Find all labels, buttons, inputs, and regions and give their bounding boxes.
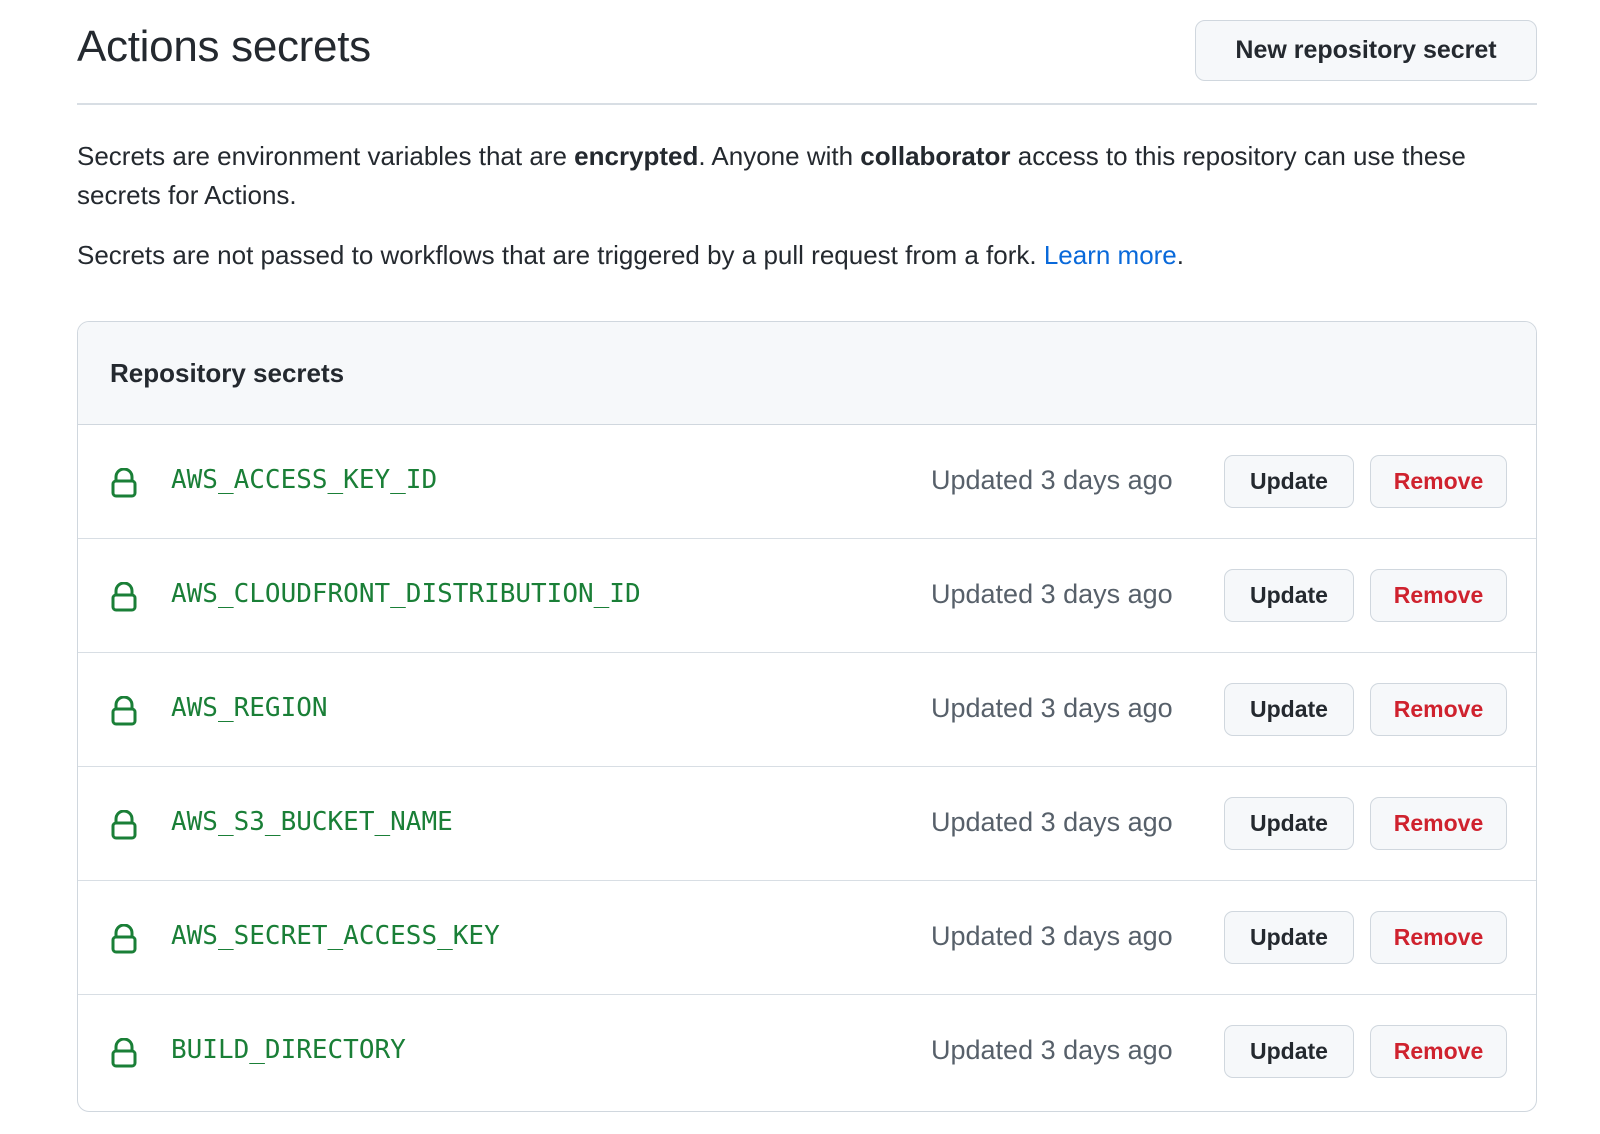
repository-secrets-title: Repository secrets [110, 357, 345, 388]
lock-icon [110, 695, 138, 726]
remove-secret-button[interactable]: Remove [1370, 683, 1507, 736]
secret-updated-time: Updated 3 days ago [931, 1035, 1173, 1065]
update-secret-button[interactable]: Update [1224, 455, 1354, 508]
update-secret-button[interactable]: Update [1224, 797, 1354, 850]
secret-updated-time: Updated 3 days ago [931, 465, 1173, 495]
remove-secret-button[interactable]: Remove [1370, 911, 1507, 964]
secret-name: AWS_SECRET_ACCESS_KEY [171, 921, 500, 951]
page-title: Actions secrets [77, 22, 371, 71]
secret-row: AWS_S3_BUCKET_NAME Updated 3 days ago Upda… [78, 767, 1536, 881]
learn-more-link[interactable]: Learn more [1044, 240, 1177, 270]
secret-name: AWS_ACCESS_KEY_ID [171, 465, 438, 495]
lock-icon [110, 581, 138, 612]
repository-secrets-box: Repository secrets AWS_ACCESS_KEY_ID Upda… [77, 321, 1537, 1112]
secrets-description: Secrets are environment variables that a… [77, 137, 1527, 215]
collaborator-text: collaborator [860, 141, 1011, 171]
secret-row: AWS_ACCESS_KEY_ID Updated 3 days ago Updat… [78, 425, 1536, 539]
actions-secrets-page: Actions secrets New repository secret Se… [77, 0, 1537, 1112]
secret-name: AWS_S3_BUCKET_NAME [171, 807, 453, 837]
update-secret-button[interactable]: Update [1224, 683, 1354, 736]
secret-updated-time: Updated 3 days ago [931, 693, 1173, 723]
lock-icon [110, 1037, 138, 1068]
remove-secret-button[interactable]: Remove [1370, 569, 1507, 622]
repository-secrets-header: Repository secrets [78, 322, 1536, 425]
fork-notice-text: Secrets are not passed to workflows that… [77, 240, 1044, 270]
fork-notice: Secrets are not passed to workflows that… [77, 236, 1527, 275]
secret-row: AWS_CLOUDFRONT_DISTRIBUTION_ID Updated 3 … [78, 539, 1536, 653]
lock-icon [110, 467, 138, 498]
new-repository-secret-button[interactable]: New repository secret [1195, 20, 1537, 81]
remove-secret-button[interactable]: Remove [1370, 797, 1507, 850]
secret-row: AWS_REGION Updated 3 days ago Update Remove [78, 653, 1536, 767]
secret-updated-time: Updated 3 days ago [931, 921, 1173, 951]
secret-row: BUILD_DIRECTORY Updated 3 days ago Update R… [78, 995, 1536, 1109]
update-secret-button[interactable]: Update [1224, 911, 1354, 964]
lock-icon [110, 809, 138, 840]
description-text: . Anyone with [698, 141, 861, 171]
update-secret-button[interactable]: Update [1224, 1025, 1354, 1078]
secret-updated-time: Updated 3 days ago [931, 807, 1173, 837]
update-secret-button[interactable]: Update [1224, 569, 1354, 622]
remove-secret-button[interactable]: Remove [1370, 455, 1507, 508]
secret-name: AWS_REGION [171, 693, 328, 723]
encrypted-text: encrypted [574, 141, 699, 171]
lock-icon [110, 923, 138, 954]
secret-updated-time: Updated 3 days ago [931, 579, 1173, 609]
secret-row: AWS_SECRET_ACCESS_KEY Updated 3 days ago U… [78, 881, 1536, 995]
remove-secret-button[interactable]: Remove [1370, 1025, 1507, 1078]
secrets-list: AWS_ACCESS_KEY_ID Updated 3 days ago Updat… [78, 425, 1536, 1109]
secret-name: BUILD_DIRECTORY [171, 1035, 406, 1065]
secret-name: AWS_CLOUDFRONT_DISTRIBUTION_ID [171, 579, 641, 609]
fork-notice-period: . [1176, 240, 1185, 270]
description-text: Secrets are environment variables that a… [77, 141, 575, 171]
page-header: Actions secrets New repository secret [77, 0, 1537, 105]
